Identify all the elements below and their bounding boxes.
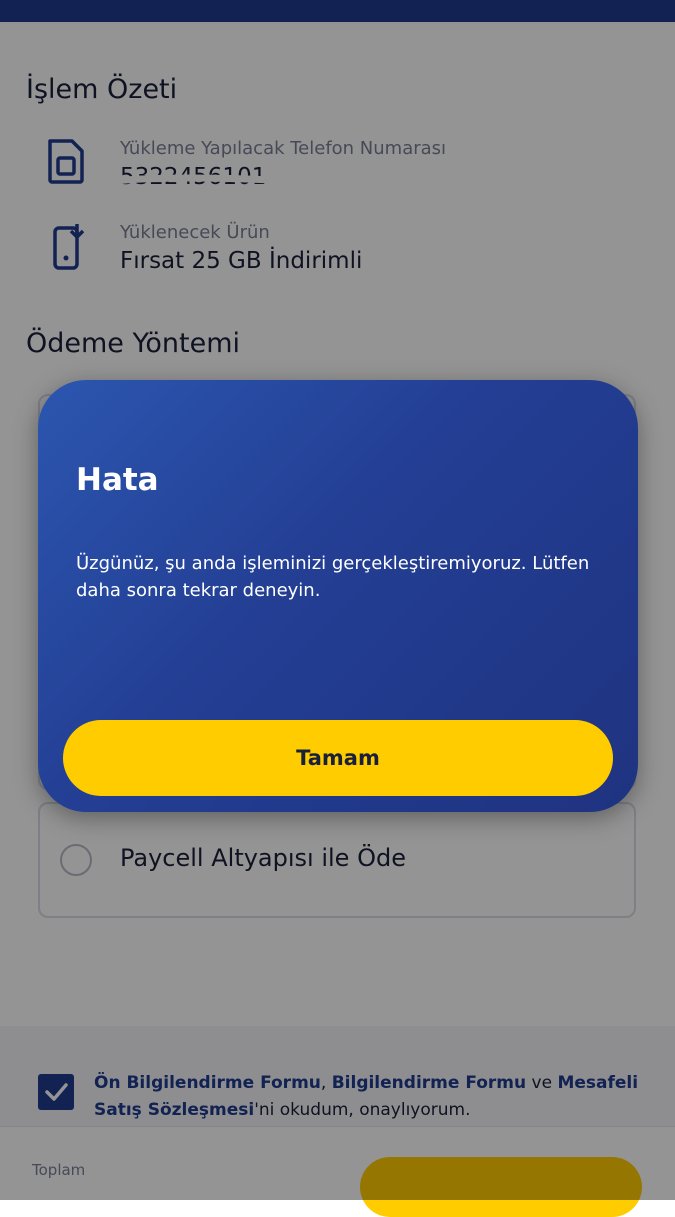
error-dialog-message: Üzgünüz, şu anda işleminizi gerçekleştir… bbox=[76, 553, 590, 601]
error-dialog: Hata Üzgünüz, şu anda işleminizi gerçekl… bbox=[38, 380, 638, 812]
error-dialog-title: Hata bbox=[76, 462, 159, 498]
ok-button[interactable]: Tamam bbox=[63, 720, 613, 796]
